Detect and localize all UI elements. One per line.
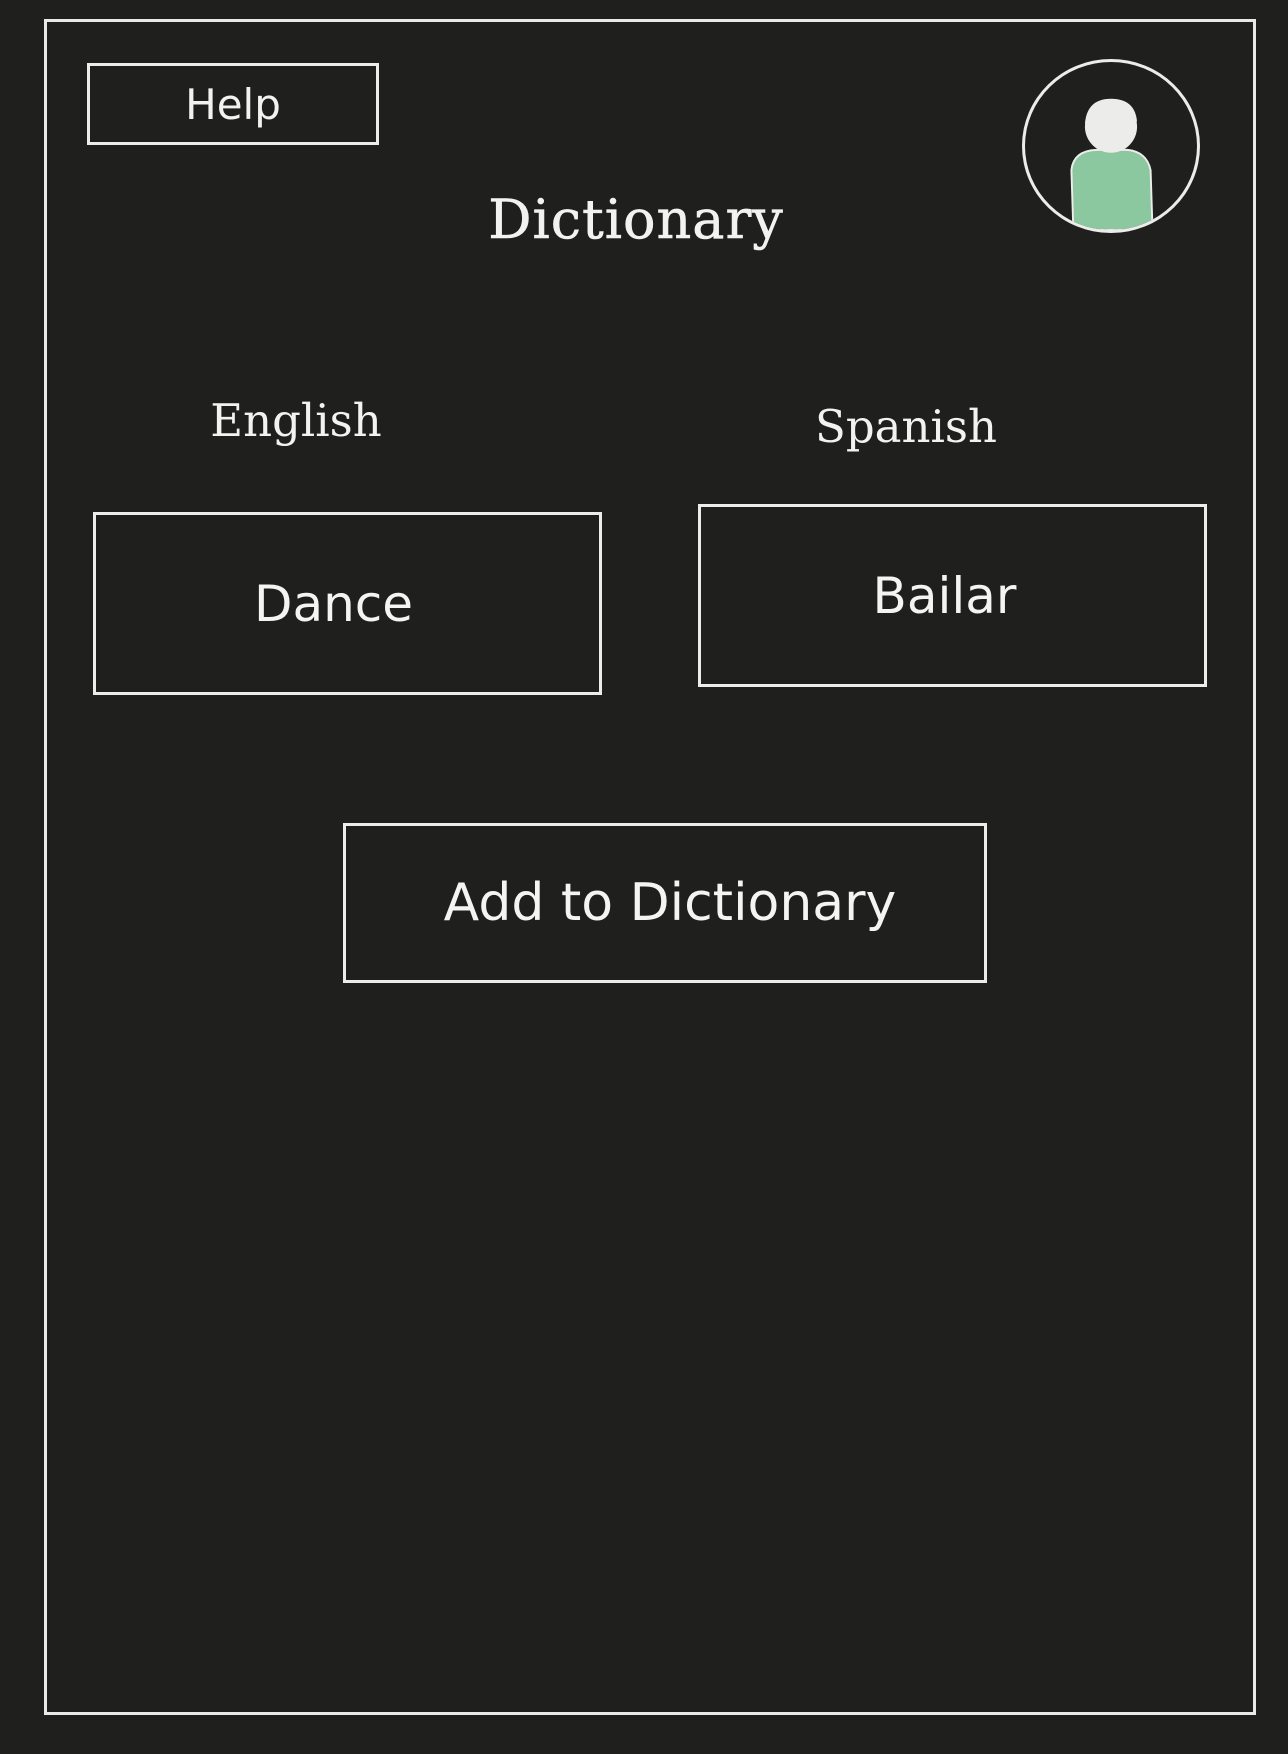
page-title: Dictionary bbox=[488, 188, 784, 252]
profile-avatar[interactable] bbox=[1022, 59, 1200, 233]
avatar-body bbox=[1070, 148, 1154, 230]
user-avatar-icon bbox=[1070, 98, 1154, 230]
english-word-field[interactable]: Dance bbox=[93, 512, 602, 695]
english-label: English bbox=[210, 394, 382, 447]
help-button[interactable]: Help bbox=[87, 63, 379, 145]
spanish-word-field[interactable]: Bailar bbox=[698, 504, 1207, 687]
spanish-label: Spanish bbox=[815, 400, 997, 453]
add-to-dictionary-button[interactable]: Add to Dictionary bbox=[343, 823, 987, 983]
